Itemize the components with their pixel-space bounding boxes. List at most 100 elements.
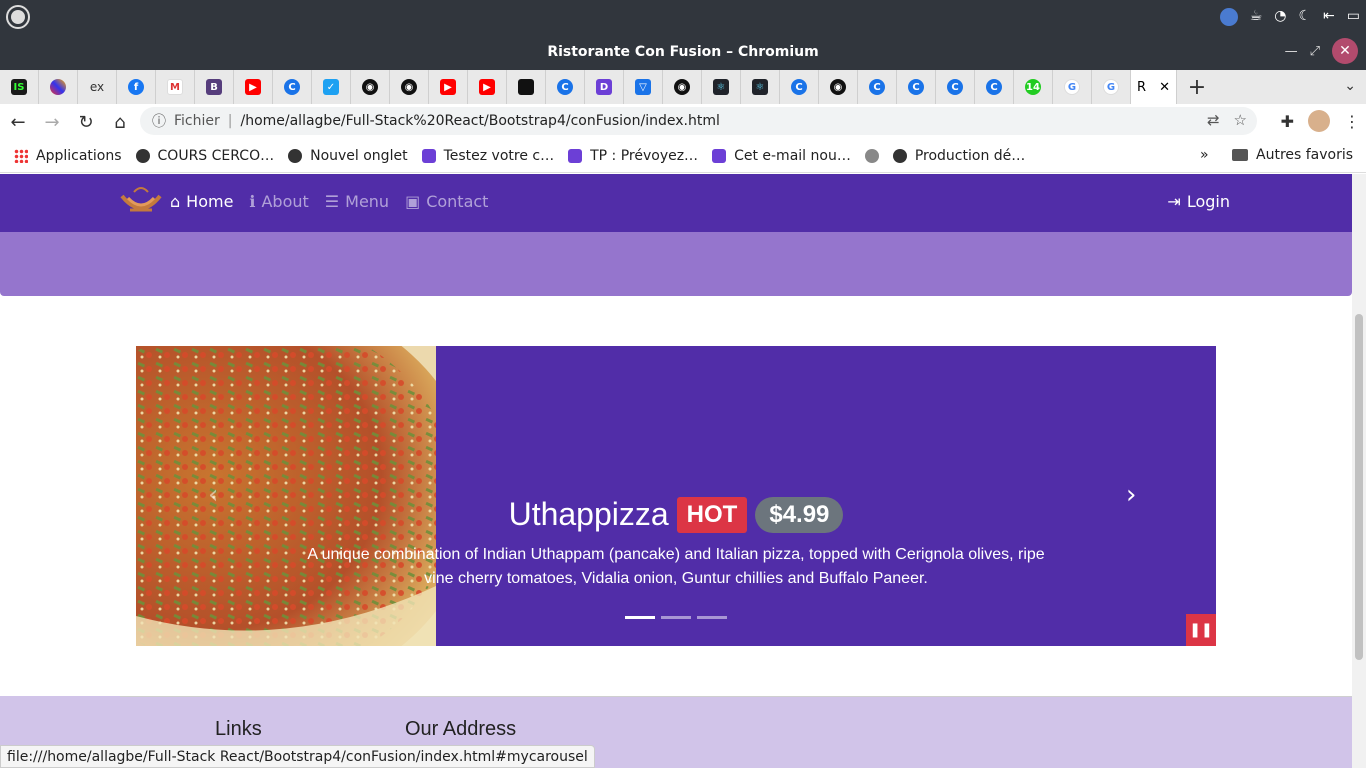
tab[interactable]: ◉ [351, 70, 390, 104]
url-scheme: Fichier [174, 113, 220, 129]
tab[interactable]: C [897, 70, 936, 104]
hot-badge: HOT [676, 496, 748, 533]
tab[interactable]: ◉ [663, 70, 702, 104]
tab[interactable]: C [975, 70, 1014, 104]
bookmarks-overflow-button[interactable]: » [1200, 147, 1209, 163]
page-scrollbar[interactable] [1352, 174, 1366, 768]
price-badge: $4.99 [755, 496, 844, 533]
profile-avatar[interactable] [1308, 110, 1330, 132]
tab[interactable]: ex [78, 70, 117, 104]
tab[interactable]: ◉ [819, 70, 858, 104]
coffee-icon[interactable]: ☕ [1250, 8, 1263, 26]
window-title: Ristorante Con Fusion – Chromium [547, 44, 819, 60]
maximize-icon[interactable]: ⤢ [1310, 44, 1320, 59]
tab[interactable]: D [585, 70, 624, 104]
site-info-icon[interactable]: ⓘ [152, 111, 166, 131]
bookmark-item[interactable]: Nouvel onglet [288, 148, 408, 164]
restaurant-logo[interactable] [120, 186, 162, 218]
chromium-tray-icon[interactable] [1219, 8, 1238, 26]
nav-links: ⌂ Home ℹ About ☰ Menu ▣ Contact [170, 192, 488, 211]
carousel-indicator[interactable] [697, 616, 727, 619]
back-button[interactable]: ← [2, 106, 34, 138]
logout-icon[interactable]: ⇤ [1323, 8, 1335, 26]
login-button[interactable]: ⇥ Login [1167, 192, 1230, 211]
menu-kebab-icon[interactable]: ⋮ [1344, 112, 1360, 131]
dish-description: A unique combination of Indian Uthappam … [307, 546, 1045, 587]
bookmark-applications[interactable]: Applications [14, 148, 122, 164]
translate-icon[interactable]: ⇄ [1207, 111, 1220, 129]
tab[interactable]: ▶ [429, 70, 468, 104]
bookmarks-bar: Applications COURS CERCO… Nouvel onglet … [0, 140, 1366, 173]
tab[interactable]: ▶ [234, 70, 273, 104]
openclassrooms-icon [712, 149, 727, 163]
carousel-indicator[interactable] [625, 616, 655, 619]
tab[interactable]: ◉ [390, 70, 429, 104]
new-tab-button[interactable]: + [1177, 75, 1217, 100]
window-titlebar: Ristorante Con Fusion – Chromium [0, 34, 1366, 70]
tab-active[interactable]: R ✕ [1131, 70, 1177, 104]
dish-title: Uthappizza [508, 496, 669, 532]
window-controls: — ⤢ ✕ [1285, 38, 1358, 64]
bookmark-item[interactable] [864, 149, 879, 163]
tab[interactable] [39, 70, 78, 104]
nav-about[interactable]: ℹ About [249, 192, 308, 211]
carousel-pause-button[interactable]: ❚❚ [1186, 614, 1216, 646]
other-bookmarks-folder[interactable]: Autres favoris [1232, 147, 1353, 163]
link-status-bar: file:///home/allagbe/Full-Stack React/Bo… [0, 745, 595, 768]
folder-icon [1232, 149, 1248, 161]
tab-search-icon[interactable]: ⌄ [1344, 78, 1356, 94]
tab[interactable]: G [1053, 70, 1092, 104]
tab[interactable]: C [858, 70, 897, 104]
activities-icon[interactable] [6, 5, 30, 29]
carousel-prev-icon[interactable]: ‹ [208, 480, 218, 510]
tab[interactable]: ✓ [312, 70, 351, 104]
carousel: ‹ › Uthappizza HOT $4.99 A unique combin… [136, 346, 1216, 646]
nav-home[interactable]: ⌂ Home [170, 192, 233, 211]
list-icon: ☰ [324, 192, 340, 211]
forward-button[interactable]: → [36, 106, 68, 138]
tab[interactable]: f [117, 70, 156, 104]
moon-icon[interactable]: ☾ [1298, 8, 1311, 26]
reload-button[interactable]: ↻ [70, 106, 102, 138]
tab[interactable]: C [780, 70, 819, 104]
address-card-icon: ▣ [405, 192, 421, 211]
folder-tray-icon[interactable]: ▭ [1347, 8, 1360, 26]
carousel-indicator[interactable] [661, 616, 691, 619]
tab[interactable]: ▶ [468, 70, 507, 104]
tab[interactable]: C [936, 70, 975, 104]
bookmark-item[interactable]: TP : Prévoyez… [568, 148, 698, 164]
tab[interactable]: G [1092, 70, 1131, 104]
tab[interactable]: B [195, 70, 234, 104]
scrollbar-thumb[interactable] [1355, 314, 1363, 660]
tab[interactable]: ⚛ [741, 70, 780, 104]
bookmark-item[interactable]: Cet e-mail nou… [712, 148, 851, 164]
close-tab-icon[interactable]: ✕ [1159, 80, 1170, 95]
carousel-next-icon[interactable]: › [1126, 480, 1136, 510]
tab[interactable]: ⚛ [702, 70, 741, 104]
footer-links-heading: Links [215, 718, 262, 740]
home-button[interactable]: ⌂ [104, 106, 136, 138]
system-tray: ☕ ◔ ☾ ⇤ ▭ [1219, 8, 1360, 26]
minimize-icon[interactable]: — [1285, 44, 1298, 59]
tab[interactable] [507, 70, 546, 104]
extensions-icon[interactable]: ✚ [1281, 112, 1294, 131]
url-text[interactable]: /home/allagbe/Full-Stack%20React/Bootstr… [240, 113, 719, 129]
address-bar[interactable]: ⓘ Fichier | /home/allagbe/Full-Stack%20R… [140, 107, 1257, 135]
bookmark-item[interactable]: Testez votre c… [421, 148, 554, 164]
tab[interactable]: C [273, 70, 312, 104]
nav-menu[interactable]: ☰ Menu [325, 192, 389, 211]
tab[interactable]: ▽ [624, 70, 663, 104]
bookmark-item[interactable]: Production dé… [892, 148, 1025, 164]
tab[interactable]: IS [0, 70, 39, 104]
wifi-icon[interactable]: ◔ [1274, 8, 1286, 26]
close-window-button[interactable]: ✕ [1332, 38, 1358, 64]
page-viewport: ⌂Home ℹAbout ☰Menu ▣Contact ⇥ Login [0, 174, 1352, 768]
bookmark-item[interactable]: COURS CERCO… [135, 148, 274, 164]
tab[interactable]: M [156, 70, 195, 104]
apps-grid-icon [14, 149, 28, 163]
tab[interactable]: C [546, 70, 585, 104]
bookmark-star-icon[interactable]: ☆ [1234, 111, 1247, 129]
info-icon: ℹ [249, 192, 256, 211]
tab[interactable]: 14 [1014, 70, 1053, 104]
nav-contact[interactable]: ▣ Contact [405, 192, 488, 211]
